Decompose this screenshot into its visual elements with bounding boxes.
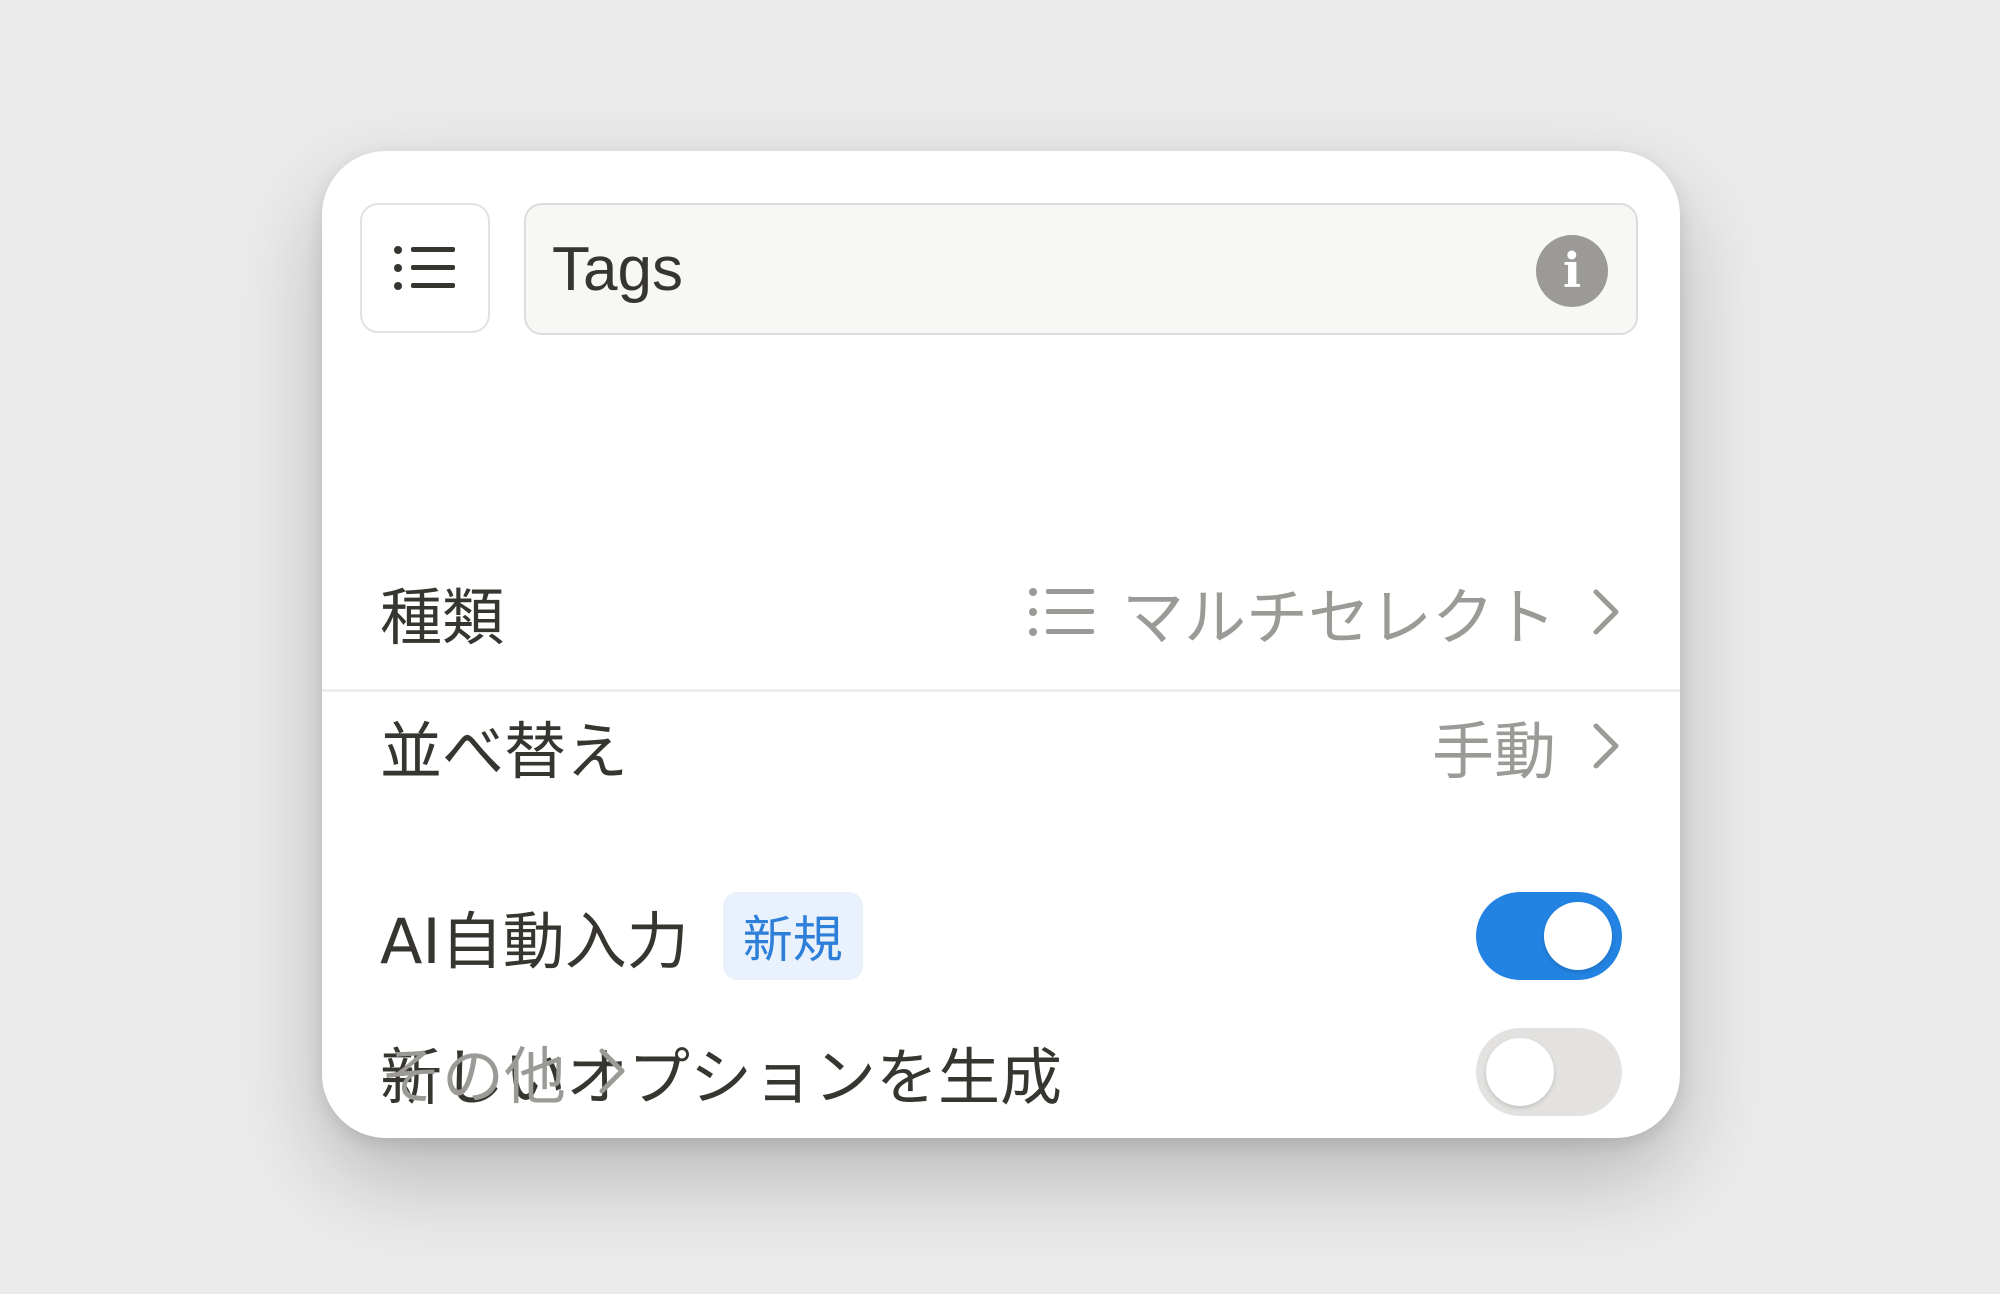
property-name-input[interactable] — [552, 205, 1492, 333]
ai-autofill-label: AI自動入力 — [380, 905, 689, 978]
property-edit-panel: i 種類 マルチセレクト 並べ替え — [322, 151, 1680, 1138]
more-options-label: その他 — [380, 1040, 567, 1113]
section-divider — [322, 689, 1680, 692]
info-icon[interactable]: i — [1536, 235, 1608, 307]
property-type-label: 種類 — [380, 581, 505, 654]
property-type-button[interactable] — [360, 203, 490, 333]
chevron-right-icon — [1590, 586, 1622, 638]
sort-row[interactable]: 並べ替え 手動 — [380, 691, 1622, 801]
new-badge: 新規 — [722, 892, 863, 980]
list-icon — [1028, 586, 1096, 638]
more-options-link[interactable]: その他 — [380, 1021, 628, 1121]
sort-value: 手動 — [1431, 715, 1556, 788]
chevron-right-icon — [1590, 720, 1622, 772]
chevron-right-icon — [596, 1045, 628, 1097]
sort-label: 並べ替え — [380, 715, 629, 788]
ai-autofill-toggle[interactable] — [1476, 892, 1622, 980]
property-type-value: マルチセレクト — [1121, 581, 1556, 654]
generate-options-toggle[interactable] — [1476, 1028, 1622, 1116]
property-name-field[interactable]: i — [524, 203, 1638, 335]
ai-autofill-row: AI自動入力 新規 — [380, 881, 1622, 991]
property-type-row[interactable]: 種類 マルチセレクト — [380, 557, 1622, 667]
list-icon — [394, 246, 455, 290]
toggle-knob — [1486, 1038, 1554, 1106]
toggle-knob — [1544, 902, 1612, 970]
